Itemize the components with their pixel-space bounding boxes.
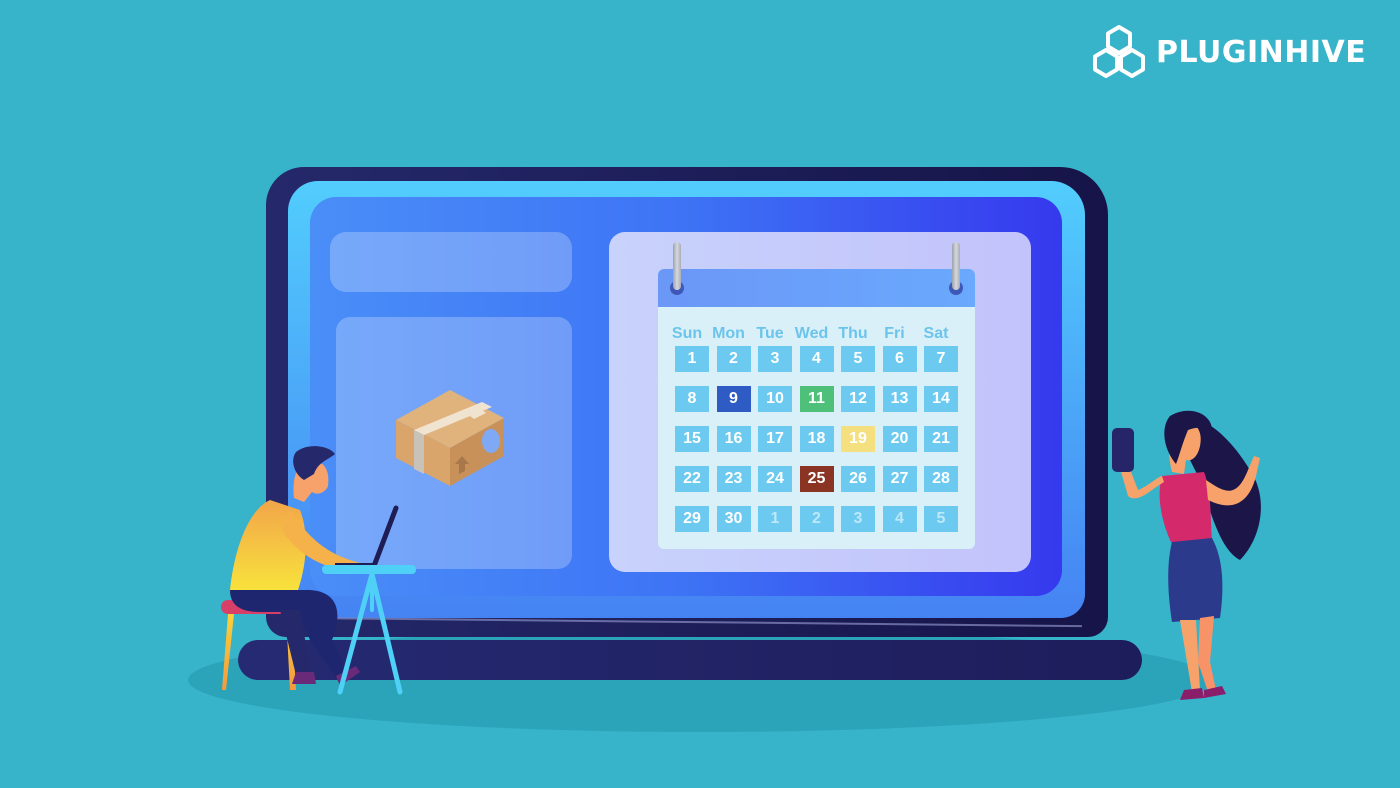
day-name: Sun bbox=[671, 325, 703, 342]
calendar-date[interactable]: 14 bbox=[924, 386, 958, 412]
day-name: Tue bbox=[756, 325, 784, 342]
day-name: Sat bbox=[923, 325, 949, 342]
calendar-date-highlighted-green[interactable]: 11 bbox=[799, 386, 834, 412]
calendar-date[interactable]: 21 bbox=[924, 426, 958, 452]
calendar-header bbox=[658, 269, 975, 307]
calendar-date[interactable]: 22 bbox=[675, 466, 709, 492]
calendar-date[interactable]: 29 bbox=[675, 506, 709, 532]
calendar-grid: 1 2 3 4 5 6 7 8 9 10 11 12 13 14 15 16 17 18 19 20 21 22 23 24 2… bbox=[675, 346, 958, 532]
calendar-ring bbox=[952, 242, 960, 290]
calendar-date[interactable]: 23 bbox=[716, 466, 751, 492]
calendar-date[interactable]: 26 bbox=[841, 466, 875, 492]
calendar-date[interactable]: 1 bbox=[675, 346, 709, 372]
calendar-date[interactable]: 8 bbox=[675, 386, 709, 412]
calendar-ring bbox=[673, 242, 681, 290]
calendar-date[interactable]: 27 bbox=[882, 466, 917, 492]
calendar-date-highlighted-yellow[interactable]: 19 bbox=[841, 426, 875, 452]
calendar-date[interactable]: 6 bbox=[882, 346, 917, 372]
calendar-date-next-month[interactable]: 2 bbox=[799, 506, 834, 532]
calendar-date[interactable]: 12 bbox=[841, 386, 875, 412]
hexagon-cluster-icon bbox=[1093, 25, 1145, 78]
calendar-date-next-month[interactable]: 3 bbox=[841, 506, 875, 532]
brand-name: PLUGINHIVE bbox=[1156, 34, 1367, 70]
day-name: Wed bbox=[794, 325, 829, 342]
calendar-date[interactable]: 16 bbox=[716, 426, 751, 452]
day-name: Mon bbox=[712, 325, 745, 342]
calendar-date[interactable]: 24 bbox=[758, 466, 792, 492]
calendar-date[interactable]: 10 bbox=[758, 386, 792, 412]
calendar-date[interactable]: 18 bbox=[799, 426, 834, 452]
calendar-date-next-month[interactable]: 5 bbox=[924, 506, 958, 532]
calendar-date[interactable]: 2 bbox=[716, 346, 751, 372]
calendar-date-highlighted-red[interactable]: 25 bbox=[799, 466, 834, 492]
calendar-date-highlighted-blue[interactable]: 9 bbox=[716, 386, 751, 412]
day-name: Fri bbox=[884, 325, 905, 342]
calendar-date[interactable]: 28 bbox=[924, 466, 958, 492]
calendar-date-next-month[interactable]: 1 bbox=[758, 506, 792, 532]
calendar-date[interactable]: 20 bbox=[882, 426, 917, 452]
calendar-date[interactable]: 7 bbox=[924, 346, 958, 372]
calendar: Sun Mon Tue Wed Thu Fri Sat 1 2 3 4 5 6 7 8 9 10 1… bbox=[658, 269, 975, 549]
calendar-date[interactable]: 15 bbox=[675, 426, 709, 452]
calendar-date[interactable]: 30 bbox=[716, 506, 751, 532]
woman-holding-phone-illustration bbox=[1100, 400, 1280, 715]
day-name: Thu bbox=[838, 325, 868, 342]
calendar-day-names: Sun Mon Tue Wed Thu Fri Sat bbox=[670, 325, 953, 343]
calendar-date[interactable]: 17 bbox=[758, 426, 792, 452]
brand-logo: PLUGINHIVE bbox=[1090, 24, 1366, 80]
calendar-date[interactable]: 5 bbox=[841, 346, 875, 372]
calendar-date[interactable]: 13 bbox=[882, 386, 917, 412]
screen-header-panel bbox=[330, 232, 572, 292]
calendar-date[interactable]: 3 bbox=[758, 346, 792, 372]
man-using-laptop-illustration bbox=[200, 440, 440, 705]
calendar-date[interactable]: 4 bbox=[799, 346, 834, 372]
calendar-date-next-month[interactable]: 4 bbox=[882, 506, 917, 532]
